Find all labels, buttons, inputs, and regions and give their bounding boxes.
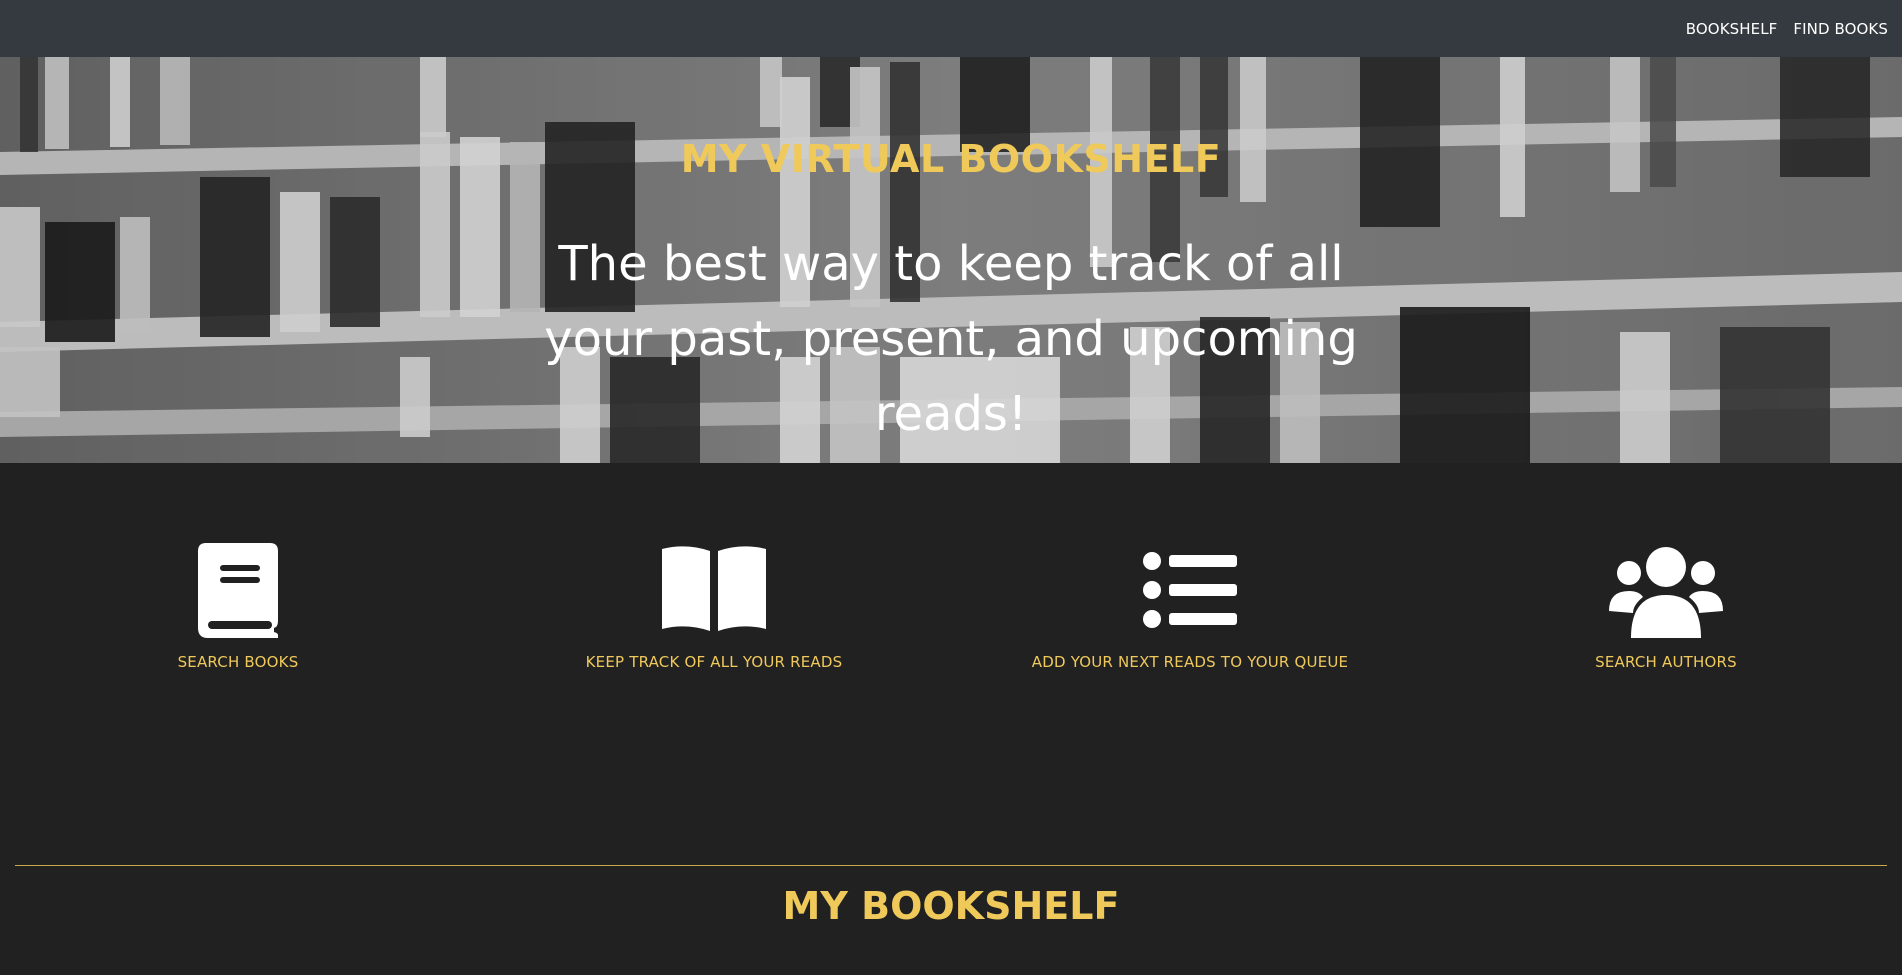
top-navbar: BOOKSHELF FIND BOOKS xyxy=(0,0,1902,57)
feature-search-books[interactable]: SEARCH BOOKS xyxy=(0,543,476,671)
hero-title: MY VIRTUAL BOOKSHELF xyxy=(680,137,1222,181)
feature-label: SEARCH AUTHORS xyxy=(1595,653,1737,671)
bookshelf-section-title: MY BOOKSHELF xyxy=(782,884,1120,928)
feature-track-reads[interactable]: KEEP TRACK OF ALL YOUR READS xyxy=(476,543,952,671)
section-divider xyxy=(15,865,1887,866)
list-icon xyxy=(1143,552,1237,628)
nav-link-find-books[interactable]: FIND BOOKS xyxy=(1793,20,1888,38)
hero-tagline: The best way to keep track of all your p… xyxy=(544,236,1358,442)
feature-label: ADD YOUR NEXT READS TO YOUR QUEUE xyxy=(1031,653,1349,671)
hero-banner: MY VIRTUAL BOOKSHELF The best way to kee… xyxy=(0,57,1902,463)
feature-label: KEEP TRACK OF ALL YOUR READS xyxy=(585,653,843,671)
book-open-icon xyxy=(662,546,766,631)
feature-search-authors[interactable]: SEARCH AUTHORS xyxy=(1428,543,1902,671)
feature-label: SEARCH BOOKS xyxy=(177,653,299,671)
users-icon xyxy=(1609,547,1723,638)
features-section: SEARCH BOOKS KEEP TRACK OF ALL YOUR READ… xyxy=(0,463,1902,843)
nav-link-bookshelf[interactable]: BOOKSHELF xyxy=(1686,20,1778,38)
feature-queue[interactable]: ADD YOUR NEXT READS TO YOUR QUEUE xyxy=(952,543,1428,671)
book-icon xyxy=(198,543,278,638)
